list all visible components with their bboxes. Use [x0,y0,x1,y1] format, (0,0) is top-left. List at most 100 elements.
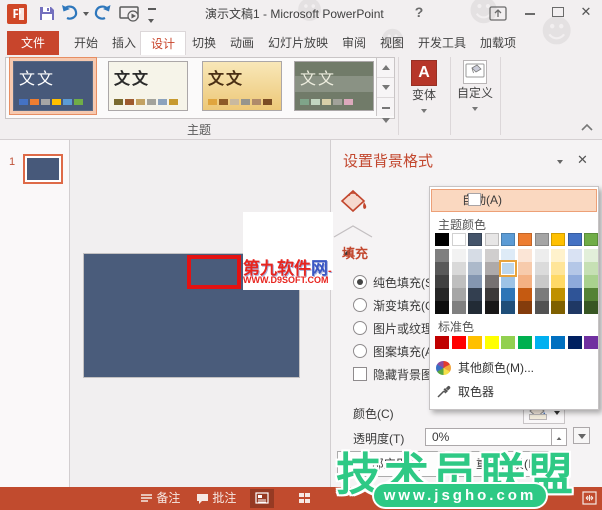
color-swatch[interactable] [485,288,499,301]
color-swatch[interactable] [485,233,499,246]
standard-color-swatch[interactable] [518,336,532,349]
app-icon[interactable]: P [7,4,27,24]
automatic-color-item[interactable]: 自动(A) [431,189,597,212]
collapse-ribbon-button[interactable] [580,122,594,132]
color-swatch[interactable] [568,301,582,314]
color-swatch[interactable] [468,262,482,275]
customize-button[interactable]: 自定义 [452,57,498,137]
standard-color-swatch[interactable] [584,336,598,349]
color-swatch[interactable] [468,275,482,288]
color-swatch[interactable] [435,275,449,288]
standard-color-swatch[interactable] [551,336,565,349]
standard-color-swatch[interactable] [535,336,549,349]
pane-close-icon[interactable]: ✕ [577,152,588,168]
color-swatch[interactable] [452,275,466,288]
standard-color-swatch[interactable] [452,336,466,349]
color-swatch[interactable] [468,233,482,246]
color-swatch[interactable] [485,262,499,275]
color-swatch[interactable] [535,262,549,275]
color-swatch[interactable] [518,288,532,301]
tab-design[interactable]: 设计 [140,31,187,57]
color-swatch[interactable] [501,288,515,301]
color-swatch[interactable] [452,301,466,314]
start-slideshow-button[interactable] [118,3,142,25]
color-swatch[interactable] [485,249,499,262]
color-swatch[interactable] [452,249,466,262]
color-swatch[interactable] [584,288,598,301]
theme-thumbnail-1[interactable]: 文文 [13,61,93,111]
color-swatch[interactable] [501,301,515,314]
color-swatch[interactable] [435,233,449,246]
theme-thumbnail-2[interactable]: 文文 [108,61,188,111]
color-swatch[interactable] [568,262,582,275]
notes-button[interactable]: 备注 [140,487,180,510]
gallery-scroll-up-button[interactable] [377,58,394,78]
color-swatch[interactable] [551,301,565,314]
color-swatch[interactable] [518,249,532,262]
color-swatch[interactable] [535,275,549,288]
color-swatch[interactable] [518,301,532,314]
color-swatch[interactable] [584,262,598,275]
color-swatch[interactable] [551,288,565,301]
tab-slideshow[interactable]: 幻灯片放映 [258,31,338,55]
variants-button[interactable]: A 变体 [401,57,447,137]
color-swatch[interactable] [485,301,499,314]
help-button[interactable]: ? [410,4,428,24]
normal-view-button[interactable] [250,489,274,508]
color-swatch[interactable] [551,233,565,246]
color-swatch[interactable] [435,288,449,301]
color-swatch[interactable] [485,275,499,288]
color-swatch[interactable] [535,301,549,314]
color-swatch[interactable] [584,301,598,314]
theme-thumbnail-4[interactable]: 文文 [294,61,374,111]
ribbon-display-options-button[interactable] [488,4,508,24]
color-swatch[interactable] [435,301,449,314]
undo-dropdown-arrow[interactable] [83,12,89,16]
redo-button[interactable] [93,3,113,25]
color-swatch[interactable] [551,262,565,275]
color-swatch[interactable] [501,249,515,262]
color-swatch[interactable] [452,233,466,246]
maximize-button[interactable] [549,4,567,24]
slide-sorter-view-button[interactable] [292,489,316,508]
color-swatch[interactable] [568,233,582,246]
color-swatch[interactable] [468,249,482,262]
color-swatch[interactable] [435,249,449,262]
color-swatch[interactable] [501,233,515,246]
color-swatch[interactable] [551,249,565,262]
color-swatch[interactable] [518,233,532,246]
tab-developer[interactable]: 开发工具 [408,31,476,55]
gallery-scroll-down-button[interactable] [377,78,394,98]
color-swatch[interactable] [584,249,598,262]
tab-file[interactable]: 文件 [7,31,59,55]
comments-button[interactable]: 批注 [196,487,236,510]
option-pattern-fill[interactable]: 图案填充(A) [353,343,437,361]
color-swatch[interactable] [584,233,598,246]
color-swatch[interactable] [551,275,565,288]
standard-color-swatch[interactable] [435,336,449,349]
tab-addins[interactable]: 加载项 [470,31,526,55]
fill-bucket-icon[interactable] [339,188,369,222]
gallery-more-button[interactable] [377,98,394,123]
color-swatch[interactable] [568,288,582,301]
standard-color-swatch[interactable] [501,336,515,349]
color-swatch[interactable] [568,249,582,262]
option-gradient-fill[interactable]: 渐变填充(G) [353,297,438,315]
standard-color-swatch[interactable] [468,336,482,349]
color-swatch[interactable] [468,301,482,314]
color-swatch[interactable] [499,260,517,277]
more-colors-item[interactable]: 其他颜色(M)... [436,357,534,379]
color-swatch[interactable] [468,288,482,301]
color-swatch[interactable] [435,262,449,275]
minimize-button[interactable] [521,4,539,24]
eyedropper-item[interactable]: 取色器 [436,381,494,403]
color-swatch[interactable] [518,275,532,288]
color-swatch[interactable] [535,288,549,301]
slide-thumbnail-1[interactable] [23,154,63,184]
color-swatch[interactable] [452,262,466,275]
color-swatch[interactable] [518,262,532,275]
save-button[interactable] [37,3,57,25]
option-solid-fill[interactable]: 纯色填充(S) [353,274,437,292]
color-swatch[interactable] [452,288,466,301]
pane-options-arrow[interactable] [557,160,563,164]
